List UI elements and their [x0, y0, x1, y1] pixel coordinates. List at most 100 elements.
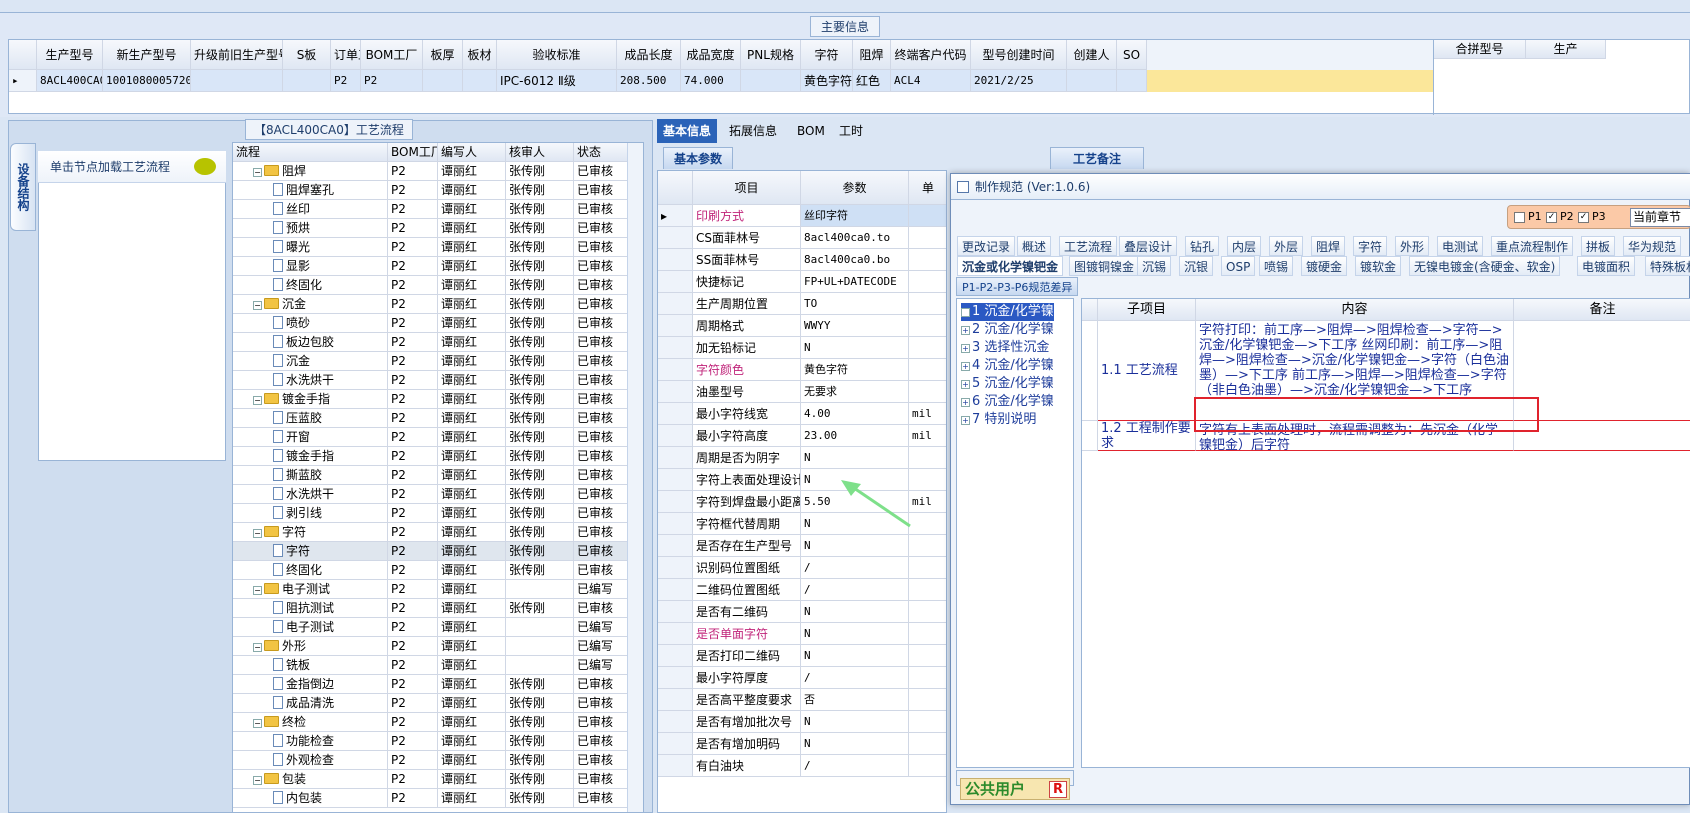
flow-cell-reviewer[interactable] — [506, 656, 574, 675]
main-cell[interactable]: P2 — [361, 70, 423, 92]
flow-cell-reviewer[interactable]: 张传刚 — [506, 276, 574, 295]
flow-cell-reviewer[interactable]: 张传刚 — [506, 485, 574, 504]
param-col-header[interactable]: 项目 — [693, 171, 801, 205]
flow-cell-reviewer[interactable]: 张传刚 — [506, 504, 574, 523]
flow-tree-item[interactable]: − 沉金 — [233, 295, 388, 314]
param-value[interactable]: 无要求 — [801, 381, 909, 403]
tab-extended-info[interactable]: 拓展信息 — [723, 119, 783, 143]
main-cell[interactable]: IPC-6012 Ⅱ级 — [497, 70, 617, 92]
expand-icon[interactable]: + — [961, 362, 970, 371]
main-cell[interactable] — [423, 70, 463, 92]
flow-col-header[interactable]: 流程 — [233, 143, 388, 162]
main-col-header[interactable]: 型号创建时间 — [971, 40, 1067, 70]
chapter-select[interactable]: 当前章节 — [1630, 208, 1690, 227]
main-col-header[interactable]: 成品宽度 — [681, 40, 741, 70]
spec-tree-item[interactable]: +4 沉金/化学镍 — [961, 357, 1054, 375]
spec-col-header[interactable]: 备注 — [1514, 299, 1690, 321]
spec-nav-item[interactable]: 字符 — [1353, 236, 1388, 256]
tab-hours[interactable]: 工时 — [833, 119, 869, 143]
flow-cell-reviewer[interactable]: 张传刚 — [506, 371, 574, 390]
spec-tree-item[interactable]: +5 沉金/化学镍 — [961, 375, 1054, 393]
main-col-header[interactable]: SO — [1117, 40, 1147, 70]
flow-tree-item[interactable]: 开窗 — [233, 428, 388, 447]
flow-tree-item[interactable]: 终固化 — [233, 276, 388, 295]
flow-cell-reviewer[interactable]: 张传刚 — [506, 428, 574, 447]
spec-nav-item[interactable]: 沉锡 — [1137, 256, 1172, 276]
spec-nav-item[interactable]: 概述 — [1017, 236, 1052, 256]
expand-icon[interactable]: + — [961, 416, 970, 425]
collapse-icon[interactable]: − — [253, 529, 262, 538]
flow-cell-writer[interactable]: 谭丽红 — [438, 656, 506, 675]
expand-icon[interactable]: + — [961, 326, 970, 335]
flow-cell-bom[interactable]: P2 — [388, 333, 438, 352]
spec-nav-item[interactable]: 电镀面积 — [1577, 256, 1636, 276]
flow-cell-reviewer[interactable]: 张传刚 — [506, 675, 574, 694]
main-cell[interactable] — [741, 70, 801, 92]
flow-cell-bom[interactable]: P2 — [388, 200, 438, 219]
flow-cell-bom[interactable]: P2 — [388, 504, 438, 523]
main-cell[interactable]: 74.000 — [681, 70, 741, 92]
flow-cell-reviewer[interactable]: 张传刚 — [506, 181, 574, 200]
flow-tree-item[interactable]: 外观检查 — [233, 751, 388, 770]
flow-cell-bom[interactable]: P2 — [388, 276, 438, 295]
param-value[interactable]: / — [801, 755, 909, 777]
expand-icon[interactable]: + — [961, 308, 970, 317]
flow-cell-bom[interactable]: P2 — [388, 561, 438, 580]
flow-cell-bom[interactable]: P2 — [388, 770, 438, 789]
flow-cell-bom[interactable]: P2 — [388, 352, 438, 371]
main-col-header[interactable]: 板材 — [463, 40, 497, 70]
flow-cell-writer[interactable]: 谭丽红 — [438, 542, 506, 561]
flow-tree-item[interactable]: 压蓝胶 — [233, 409, 388, 428]
flow-cell-writer[interactable]: 谭丽红 — [438, 390, 506, 409]
flow-cell-bom[interactable]: P2 — [388, 466, 438, 485]
flow-cell-writer[interactable]: 谭丽红 — [438, 485, 506, 504]
flow-cell-bom[interactable]: P2 — [388, 580, 438, 599]
flow-cell-writer[interactable]: 谭丽红 — [438, 409, 506, 428]
flow-cell-bom[interactable]: P2 — [388, 789, 438, 808]
param-value[interactable]: 否 — [801, 689, 909, 711]
flow-tree-item[interactable]: − 包装 — [233, 770, 388, 789]
flow-cell-reviewer[interactable]: 张传刚 — [506, 466, 574, 485]
spec-nav-item[interactable]: 外形 — [1395, 236, 1430, 256]
flow-cell-bom[interactable]: P2 — [388, 542, 438, 561]
flow-cell-reviewer[interactable]: 张传刚 — [506, 523, 574, 542]
flow-cell-bom[interactable]: P2 — [388, 447, 438, 466]
flow-cell-writer[interactable]: 谭丽红 — [438, 238, 506, 257]
tab-process-notes[interactable]: 工艺备注 — [1050, 147, 1145, 169]
flow-tree-item[interactable]: 终固化 — [233, 561, 388, 580]
spec-nav-item[interactable]: OSP — [1221, 256, 1256, 276]
spec-nav-item[interactable]: 镀硬金 — [1301, 256, 1348, 276]
flow-tree-item[interactable]: 金指倒边 — [233, 675, 388, 694]
flow-tree-item[interactable]: 水洗烘干 — [233, 371, 388, 390]
spec-nav-item[interactable]: 重点流程制作 — [1491, 236, 1574, 256]
collapse-icon[interactable]: − — [253, 776, 262, 785]
main-col-header[interactable]: S板 — [283, 40, 331, 70]
flow-cell-bom[interactable]: P2 — [388, 181, 438, 200]
main-col-header[interactable]: 板厚 — [423, 40, 463, 70]
flow-cell-bom[interactable]: P2 — [388, 732, 438, 751]
flow-cell-bom[interactable]: P2 — [388, 599, 438, 618]
spec-nav-item[interactable]: 拼板 — [1581, 236, 1616, 256]
main-col-header[interactable]: 订单工厂 — [331, 40, 361, 70]
param-value[interactable]: 丝印字符 — [801, 205, 909, 227]
flow-cell-writer[interactable]: 谭丽红 — [438, 732, 506, 751]
flow-cell-reviewer[interactable]: 张传刚 — [506, 257, 574, 276]
param-value[interactable]: TO — [801, 293, 909, 315]
flow-tree-item[interactable]: 镀金手指 — [233, 447, 388, 466]
flow-tree-item[interactable]: − 阻焊 — [233, 162, 388, 181]
param-value[interactable]: N — [801, 623, 909, 645]
flow-col-header[interactable]: BOM工厂 — [388, 143, 438, 162]
tab-basic-params[interactable]: 基本参数 — [663, 147, 734, 169]
main-col-header[interactable]: PNL规格 — [741, 40, 801, 70]
flow-cell-writer[interactable]: 谭丽红 — [438, 580, 506, 599]
spec-col-header[interactable]: 子项目 — [1098, 299, 1196, 321]
flow-cell-bom[interactable]: P2 — [388, 314, 438, 333]
checkbox-p1[interactable] — [1514, 212, 1525, 223]
param-value[interactable]: N — [801, 337, 909, 359]
param-value[interactable]: 8acl400ca0.to — [801, 227, 909, 249]
flow-cell-writer[interactable]: 谭丽红 — [438, 523, 506, 542]
flow-cell-bom[interactable]: P2 — [388, 751, 438, 770]
spec-tree-item[interactable]: +2 沉金/化学镍 — [961, 321, 1054, 339]
flow-cell-bom[interactable]: P2 — [388, 656, 438, 675]
spec-remark[interactable] — [1514, 321, 1690, 421]
